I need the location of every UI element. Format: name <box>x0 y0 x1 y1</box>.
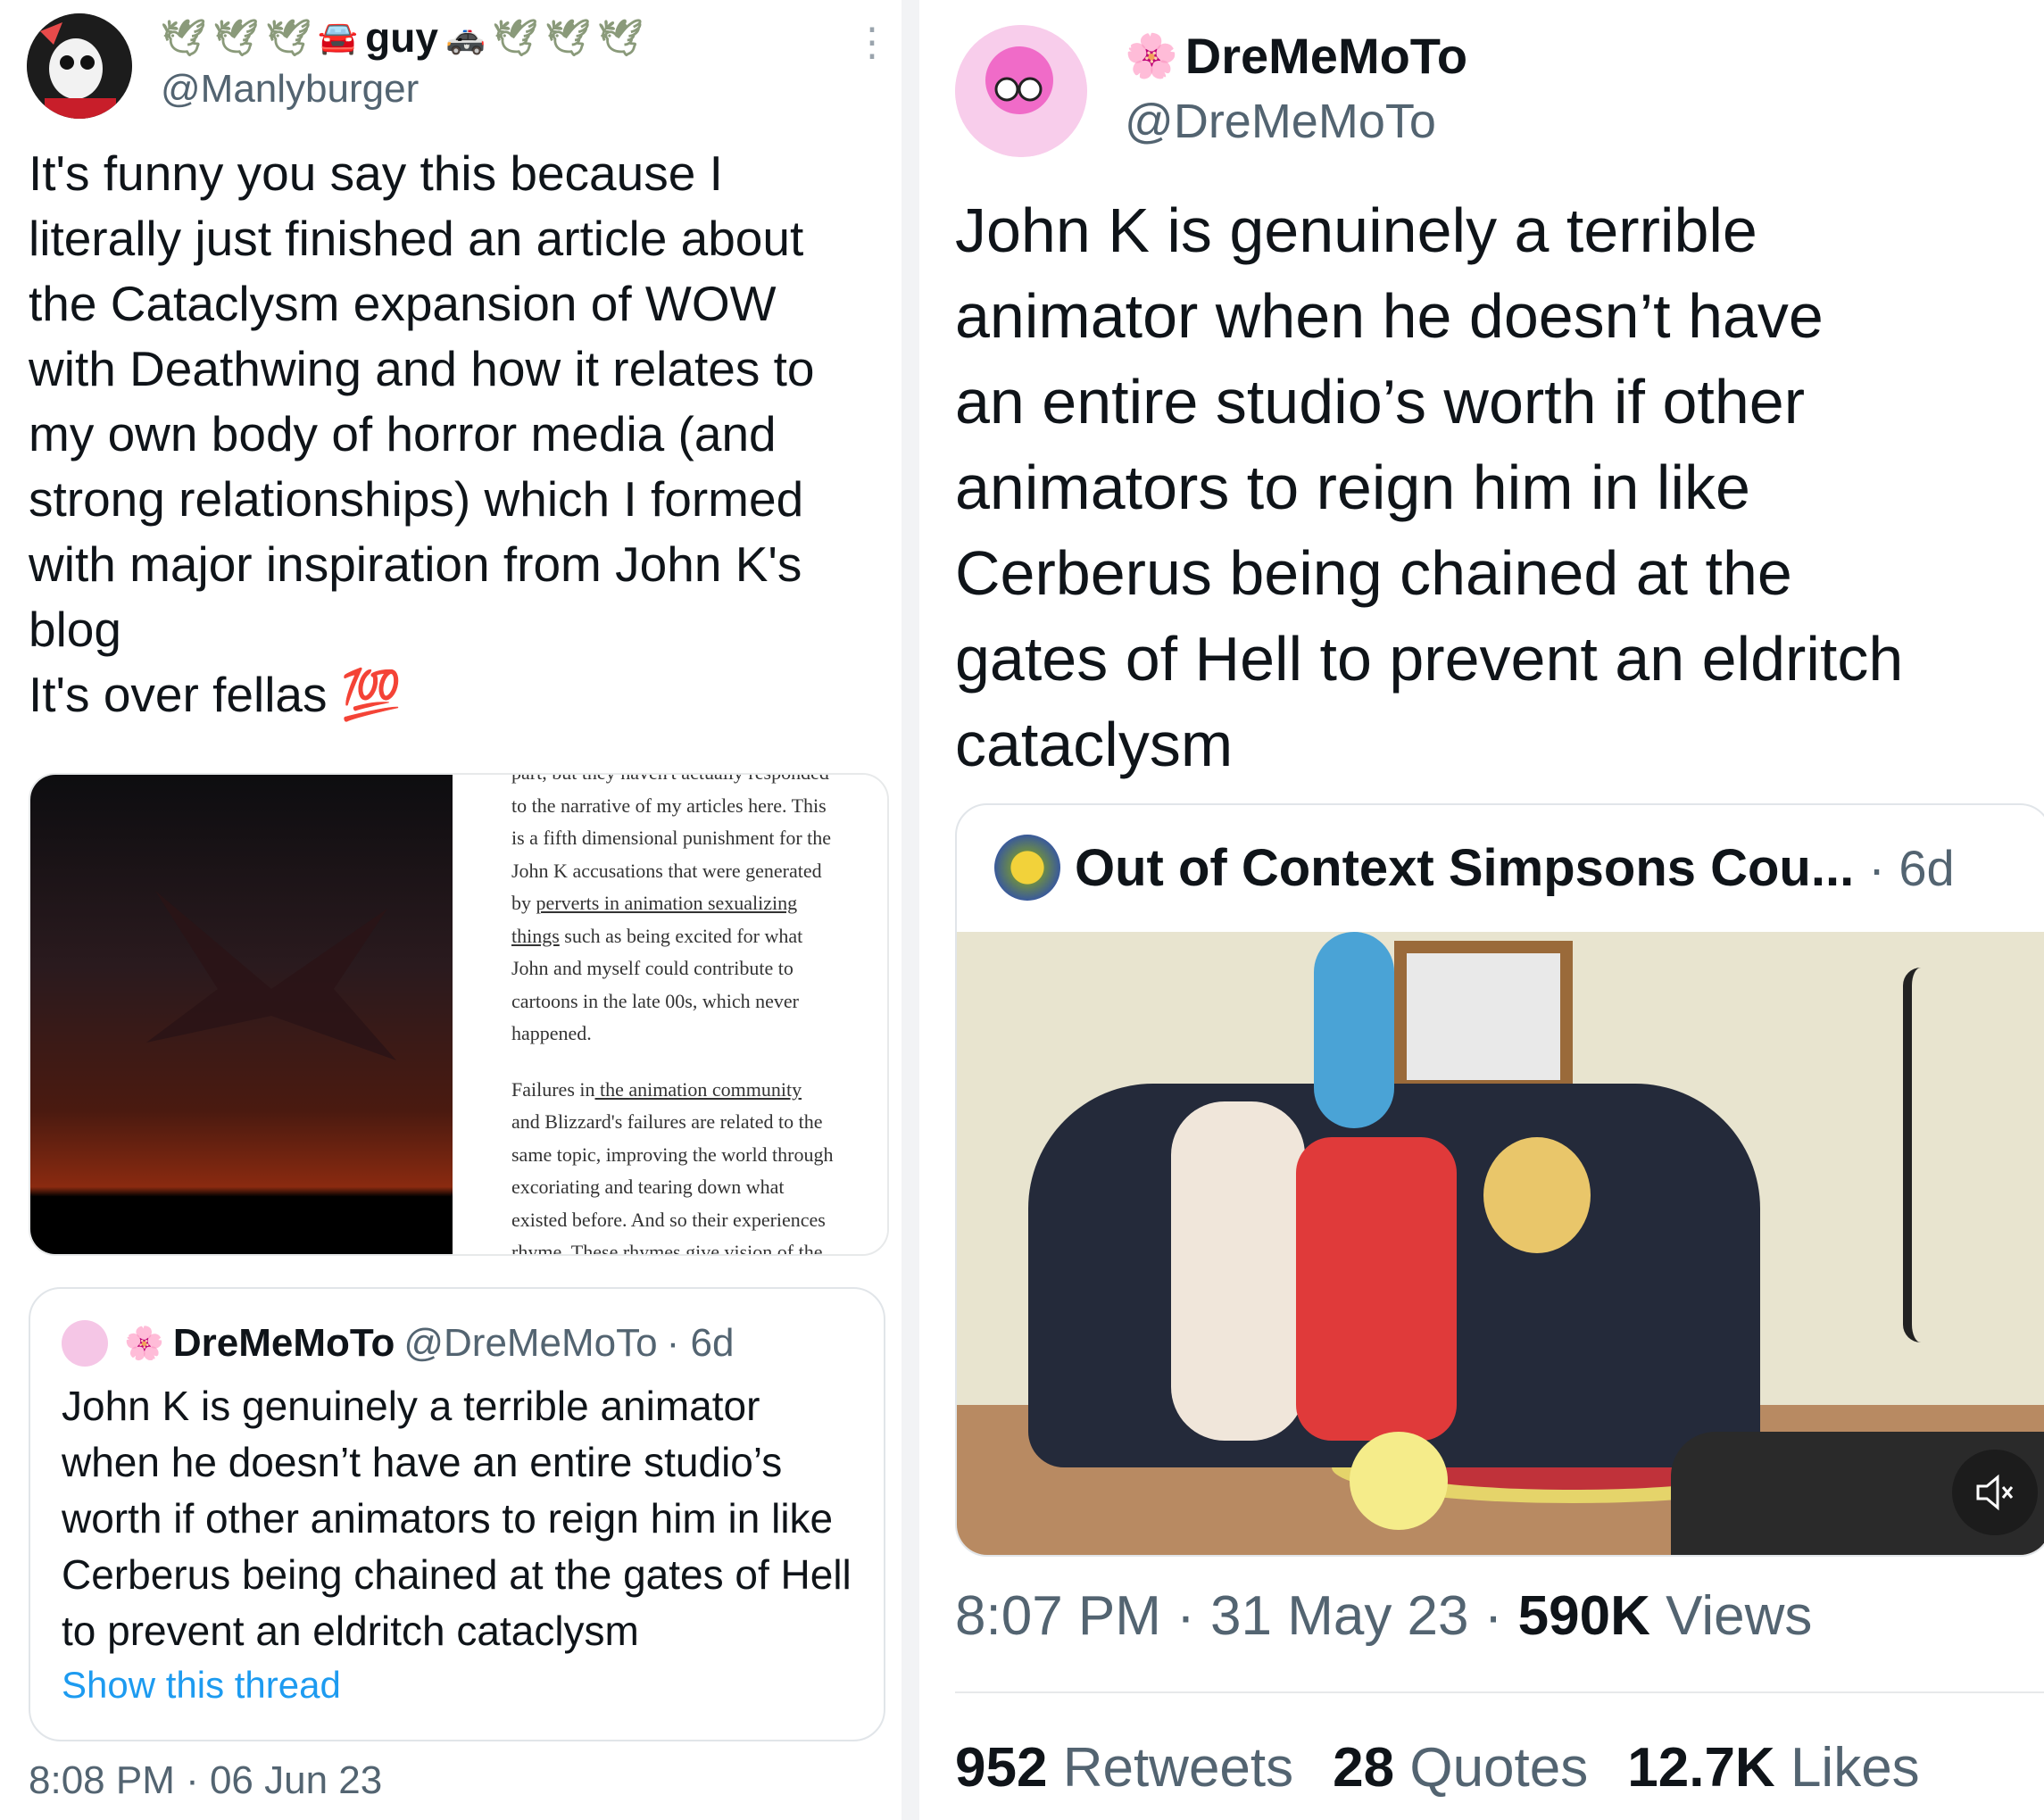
timestamp[interactable]: 8:08 PM · 06 Jun 23 <box>29 1758 382 1803</box>
mute-icon[interactable] <box>1952 1450 2038 1535</box>
flower-icon: 🌸 <box>124 1325 164 1361</box>
doc-link: things <box>511 924 560 947</box>
likes-stat[interactable]: 12.7K Likes <box>1627 1736 1919 1799</box>
dove-icon: 🕊 <box>492 18 538 58</box>
tweet-text: John K is genuinely a terrible animator … <box>955 195 1904 779</box>
separator: · <box>1176 1585 1211 1647</box>
more-options-icon[interactable]: ⋮ <box>852 22 892 62</box>
engagement-stats: 952 Retweets 28 Quotes 12.7K Likes <box>955 1736 1920 1799</box>
dove-icon: 🕊 <box>544 18 591 58</box>
doc-line: John K accusations that were generated <box>511 859 822 882</box>
tweet-text: It's funny you say this because I litera… <box>29 145 815 722</box>
likes-count: 12.7K <box>1627 1737 1775 1799</box>
doc-link: the animation community <box>594 1077 802 1101</box>
doc-line: part, but they haven't actually responde… <box>511 775 877 790</box>
display-name-row[interactable]: 🌸 DreMeMoTo <box>1125 27 1467 85</box>
tweet-meta: 8:07 PM · 31 May 23 · 590K Views <box>955 1584 1812 1648</box>
doc-line: happened. <box>511 1022 592 1044</box>
police-car-icon: 🚓 <box>445 19 486 55</box>
video-character <box>1483 1137 1591 1253</box>
display-name: guy <box>365 14 438 61</box>
embed-avatar <box>994 835 1060 901</box>
separator: · <box>1483 1585 1518 1647</box>
divider <box>955 1691 2044 1693</box>
quoted-handle: @DreMeMoTo <box>403 1321 658 1365</box>
left-tweet-panel: 🕊 🕊 🕊 🚘 guy 🚓 🕊 🕊 🕊 @Manlyburger ⋮ It's … <box>0 0 902 1820</box>
quotes-label: Quotes <box>1409 1737 1589 1799</box>
display-name-row[interactable]: 🕊 🕊 🕊 🚘 guy 🚓 🕊 🕊 🕊 <box>161 13 643 62</box>
handle[interactable]: @Manlyburger <box>161 67 419 112</box>
doc-line: is a fifth dimensional punishment for th… <box>511 827 832 849</box>
quotes-stat[interactable]: 28 Quotes <box>1333 1736 1588 1799</box>
dove-icon: 🕊 <box>161 18 206 58</box>
doc-line: and Blizzard's failures are related to t… <box>511 1110 823 1133</box>
retweets-count: 952 <box>955 1737 1048 1799</box>
views-count: 590K <box>1517 1585 1650 1647</box>
flower-icon: 🌸 <box>1125 33 1178 80</box>
doc-text: by <box>511 892 536 914</box>
doc-line: same topic, improving the world through <box>511 1143 834 1166</box>
tweet-image[interactable]: part, but they haven't actually responde… <box>29 773 889 1256</box>
handle[interactable]: @DreMeMoTo <box>1125 94 1436 149</box>
video-character <box>1296 1137 1457 1441</box>
quoted-avatar <box>62 1320 108 1367</box>
doc-line: by perverts in animation sexualizing <box>511 887 877 920</box>
deathwing-image <box>30 775 453 1254</box>
show-thread-link[interactable]: Show this thread <box>62 1664 341 1707</box>
doc-line: rhyme. These rhymes give vision of the <box>511 1241 823 1254</box>
display-name: DreMeMoTo <box>1184 28 1468 84</box>
embed-header: Out of Context Simpsons Cou... · 6d <box>957 805 2044 930</box>
article-excerpt: part, but they haven't actually responde… <box>453 775 887 1254</box>
video-character <box>1171 1101 1305 1441</box>
retweets-label: Retweets <box>1062 1737 1294 1799</box>
quotes-count: 28 <box>1333 1737 1395 1799</box>
avatar[interactable] <box>27 13 132 119</box>
right-tweet-panel: 🌸 DreMeMoTo @DreMeMoTo ⋮ John K is genui… <box>919 0 2044 1820</box>
retweets-stat[interactable]: 952 Retweets <box>955 1736 1293 1799</box>
video-player[interactable] <box>957 932 2044 1555</box>
doc-line: cartoons in the late 00s, which never <box>511 989 799 1012</box>
more-options-icon[interactable]: ⋮ <box>2031 41 2044 85</box>
quoted-age: · 6d <box>666 1321 735 1365</box>
video-picture-frame <box>1394 941 1573 1093</box>
quoted-tweet[interactable]: 🌸 DreMeMoTo @DreMeMoTo · 6d John K is ge… <box>29 1287 885 1741</box>
quoted-header: 🌸 DreMeMoTo @DreMeMoTo · 6d <box>124 1321 734 1366</box>
doc-line: John and myself could contribute to <box>511 957 794 979</box>
doc-text: Failures in <box>511 1077 595 1101</box>
doc-line: to the narrative of my articles here. Th… <box>511 794 827 817</box>
tweet-date[interactable]: 31 May 23 <box>1210 1585 1469 1647</box>
quoted-name: DreMeMoTo <box>172 1321 395 1365</box>
doc-line: Failures in the animation community <box>511 1074 877 1107</box>
panel-divider <box>902 0 919 1820</box>
quoted-text: John K is genuinely a terrible animator … <box>62 1383 852 1654</box>
embedded-video-tweet[interactable]: Out of Context Simpsons Cou... · 6d <box>955 803 2044 1557</box>
embed-age: · 6d <box>1868 839 1955 896</box>
doc-line: things such as being excited for what <box>511 920 877 953</box>
car-icon: 🚘 <box>318 19 359 55</box>
doc-text: such as being excited for what <box>559 924 803 947</box>
embed-account-name: Out of Context Simpsons Cou... <box>1075 838 1855 897</box>
video-character <box>1350 1432 1448 1530</box>
video-character-hair <box>1314 932 1394 1128</box>
dove-icon: 🕊 <box>212 18 259 58</box>
views-label: Views <box>1666 1585 1813 1647</box>
doc-line: existed before. And so their experiences <box>511 1208 826 1231</box>
dove-icon: 🕊 <box>597 18 644 58</box>
avatar[interactable] <box>955 25 1087 157</box>
dove-icon: 🕊 <box>265 18 312 58</box>
doc-line: excoriating and tearing down what <box>511 1176 785 1198</box>
tweet-time[interactable]: 8:07 PM <box>955 1585 1161 1647</box>
likes-label: Likes <box>1790 1737 1920 1799</box>
doc-link: perverts in animation sexualizing <box>536 892 798 914</box>
video-lamp <box>1903 968 1939 1342</box>
